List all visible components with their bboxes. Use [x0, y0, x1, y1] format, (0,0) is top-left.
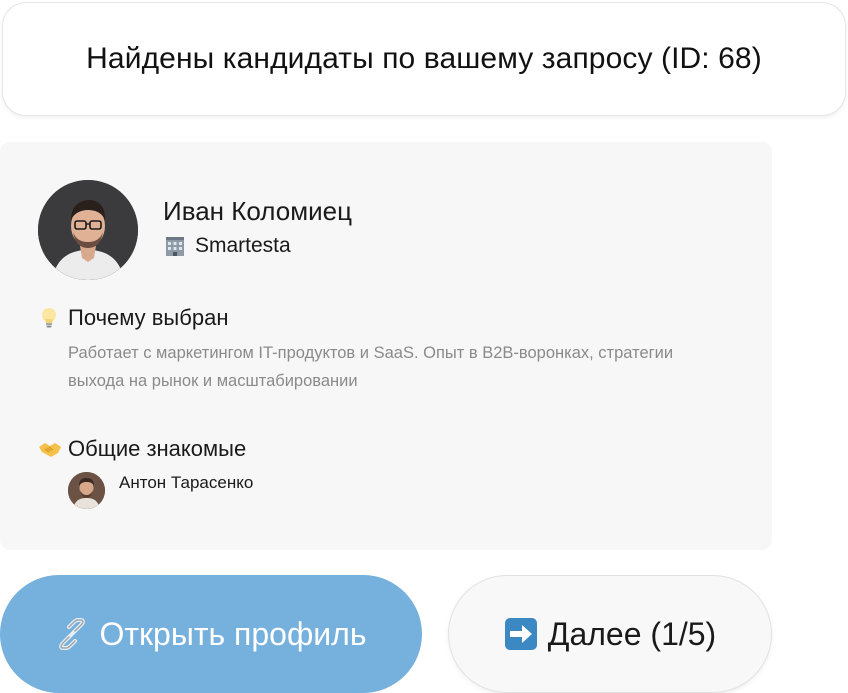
common-contacts-label: Общие знакомые — [68, 436, 247, 461]
common-contact-item[interactable]: Антон Тарасенко — [68, 472, 253, 509]
why-chosen-text: Работает с маркетингом IT-продуктов и Sa… — [68, 344, 674, 390]
next-button[interactable]: Далее (1/5) — [448, 575, 772, 693]
company-name: Smartesta — [195, 234, 291, 257]
candidate-card: Иван Коломиец Smartesta Почему выбран Ра… — [0, 142, 772, 550]
open-profile-label: Открыть профиль — [99, 615, 367, 652]
common-contact-name: Антон Тарасенко — [119, 473, 254, 492]
common-contact-avatar — [68, 472, 105, 509]
why-chosen-title: Почему выбран — [38, 305, 228, 331]
open-profile-button[interactable]: Открыть профиль — [0, 575, 422, 693]
lightbulb-icon — [38, 306, 60, 330]
common-contacts-title: Общие знакомые — [38, 436, 246, 462]
header-text: Найдены кандидаты по вашему запросу (ID:… — [86, 42, 762, 75]
candidate-name: Иван Коломиец — [163, 196, 352, 226]
why-chosen-label: Почему выбран — [68, 305, 229, 330]
right-arrow-icon — [504, 617, 538, 651]
office-building-icon — [163, 234, 187, 258]
next-label: Далее (1/5) — [547, 615, 717, 652]
link-icon — [55, 617, 89, 651]
header-message: Найдены кандидаты по вашему запросу (ID:… — [2, 2, 846, 116]
company-row: Smartesta — [163, 234, 291, 258]
candidate-avatar — [38, 180, 138, 280]
handshake-icon — [38, 437, 61, 461]
